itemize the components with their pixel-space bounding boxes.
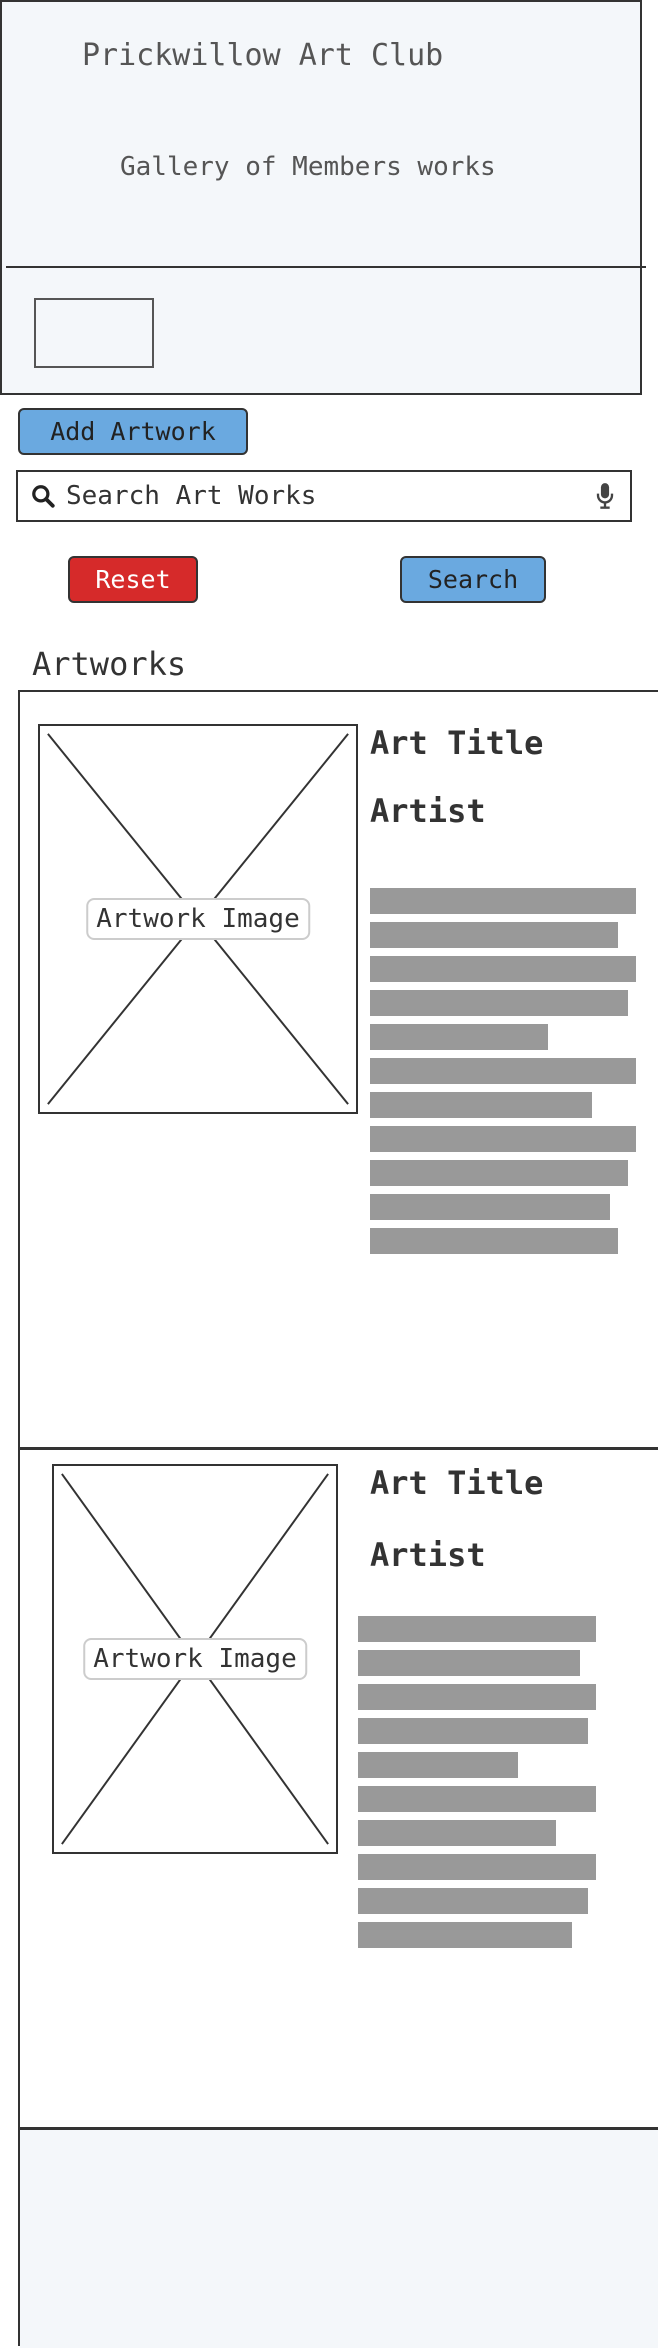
site-subtitle: Gallery of Members works [120,152,496,182]
description-line [370,1160,628,1186]
artworks-heading: Artworks [32,645,187,683]
description-line [358,1854,596,1880]
header-divider [6,266,646,268]
artwork-image-label: Artwork Image [83,1638,307,1680]
reset-button[interactable]: Reset [68,556,198,603]
description-line [358,1616,596,1642]
microphone-icon[interactable] [588,479,622,513]
description-line [370,922,618,948]
description-line [370,1194,610,1220]
artwork-gallery: Artwork Image Art Title Artist Artwork I… [18,690,658,2348]
description-line [370,1024,548,1050]
description-line [370,1058,636,1084]
description-line [358,1786,596,1812]
artwork-image[interactable]: Artwork Image [52,1464,338,1854]
artwork-artist: Artist [370,1536,486,1574]
add-artwork-button[interactable]: Add Artwork [18,408,248,455]
artwork-image[interactable]: Artwork Image [38,724,358,1114]
site-header: Prickwillow Art Club Gallery of Members … [0,0,646,395]
search-bar [16,470,632,522]
description-line [370,1092,592,1118]
artwork-title: Art Title [370,1464,544,1502]
description-line [358,1752,518,1778]
description-line [370,1228,618,1254]
description-line [358,1650,580,1676]
search-input[interactable] [60,476,588,516]
header-placeholder-box[interactable] [34,298,154,368]
artwork-image-label: Artwork Image [86,898,310,940]
description-line [370,956,636,982]
description-line [370,888,636,914]
site-title: Prickwillow Art Club [82,38,444,73]
gallery-footer [20,2130,658,2348]
search-icon [26,479,60,513]
description-line [358,1718,588,1744]
description-line [358,1922,572,1948]
description-line [358,1820,556,1846]
description-line [358,1888,588,1914]
artwork-title: Art Title [370,724,544,762]
description-line [358,1684,596,1710]
artwork-card[interactable]: Artwork Image Art Title Artist [20,692,658,1450]
search-button[interactable]: Search [400,556,546,603]
description-line [370,990,628,1016]
description-line [370,1126,636,1152]
artwork-card[interactable]: Artwork Image Art Title Artist [20,1450,658,2130]
artwork-artist: Artist [370,792,486,830]
